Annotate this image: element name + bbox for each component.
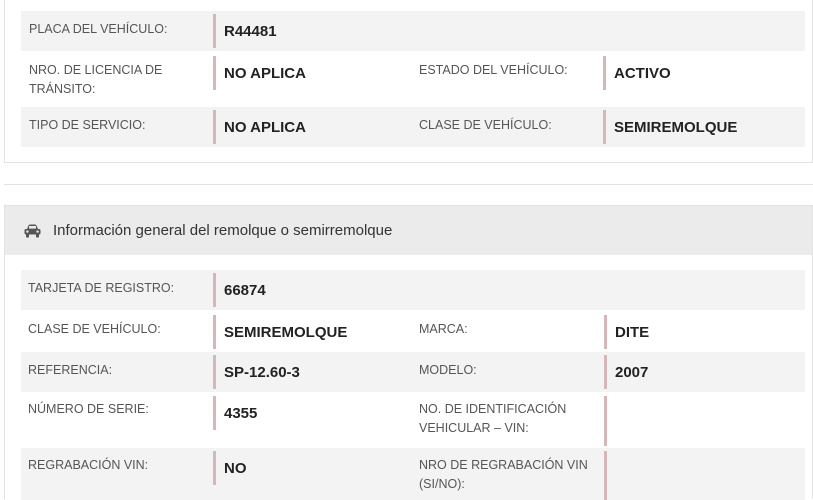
modelo-label: MODELO: xyxy=(419,363,477,377)
servicio-value: NO APLICA xyxy=(224,119,306,136)
licencia-value: NO APLICA xyxy=(224,65,306,82)
servicio-row: TIPO DE SERVICIO: NO APLICA CLASE DE VEH… xyxy=(21,107,805,147)
placa-value-cell: R44481 xyxy=(213,14,413,48)
regrabacion-label: REGRABACIÓN VIN: xyxy=(28,458,149,472)
referencia-value: SP-12.60-3 xyxy=(224,364,300,381)
estado-value: ACTIVO xyxy=(614,65,671,82)
marca-value: DITE xyxy=(615,324,650,341)
vin-label: NO. DE IDENTIFICACIÓN VEHICULAR – VIN: xyxy=(419,402,567,435)
vehicle-info-panel: PLACA DEL VEHÍCULO: R44481 NRO. DE LICEN… xyxy=(4,0,813,163)
placa-label: PLACA DEL VEHÍCULO: xyxy=(29,22,168,36)
referencia-label: REFERENCIA: xyxy=(28,363,113,377)
licencia-row: NRO. DE LICENCIA DE TRÁNSITO: NO APLICA … xyxy=(21,53,805,105)
nro-regrabacion-label: NRO DE REGRABACIÓN VIN (SI/NO): xyxy=(419,458,588,491)
tarjeta-value: 66874 xyxy=(224,282,266,299)
trailer-clase-label: CLASE DE VEHÍCULO: xyxy=(28,322,161,336)
trailer-section-title: Información general del remolque o semir… xyxy=(53,222,393,239)
section-divider xyxy=(4,184,813,185)
servicio-label: TIPO DE SERVICIO: xyxy=(29,118,146,132)
regrabacion-value: NO xyxy=(224,460,247,477)
clase-marca-row: CLASE DE VEHÍCULO: SEMIREMOLQUE MARCA: D… xyxy=(21,312,805,352)
serie-vin-row: NÚMERO DE SERIE: 4355 NO. DE IDENTIFICAC… xyxy=(21,393,805,448)
marca-label: MARCA: xyxy=(419,322,468,336)
trailer-section-header[interactable]: Información general del remolque o semir… xyxy=(5,206,812,255)
servicio-value-cell: NO APLICA xyxy=(213,110,413,144)
placa-row: PLACA DEL VEHÍCULO: R44481 xyxy=(21,11,805,51)
estado-label: ESTADO DEL VEHÍCULO: xyxy=(419,63,568,77)
modelo-value-cell: 2007 xyxy=(604,355,794,389)
trailer-info-panel: Información general del remolque o semir… xyxy=(4,205,813,500)
referencia-row: REFERENCIA: SP-12.60-3 MODELO: 2007 xyxy=(21,352,805,392)
licencia-label: NRO. DE LICENCIA DE TRÁNSITO: xyxy=(29,63,163,96)
clase-label: CLASE DE VEHÍCULO: xyxy=(419,118,552,132)
serie-label: NÚMERO DE SERIE: xyxy=(28,402,149,416)
placa-value: R44481 xyxy=(224,23,277,40)
tarjeta-row: TARJETA DE REGISTRO: 66874 xyxy=(21,270,805,310)
tarjeta-label: TARJETA DE REGISTRO: xyxy=(28,281,175,295)
modelo-value: 2007 xyxy=(615,364,649,381)
vin-value-cell xyxy=(604,396,794,446)
referencia-value-cell: SP-12.60-3 xyxy=(213,355,413,389)
estado-value-cell: ACTIVO xyxy=(603,56,793,90)
clase-value: SEMIREMOLQUE xyxy=(614,119,738,136)
regrabacion-row: REGRABACIÓN VIN: NO NRO DE REGRABACIÓN V… xyxy=(21,448,805,500)
licencia-value-cell: NO APLICA xyxy=(213,56,413,90)
clase-value-cell: SEMIREMOLQUE xyxy=(603,110,793,144)
serie-value: 4355 xyxy=(224,405,258,422)
regrabacion-value-cell: NO xyxy=(213,451,413,485)
nro-regrabacion-value-cell xyxy=(604,451,794,500)
car-icon xyxy=(24,224,41,237)
serie-value-cell: 4355 xyxy=(213,396,413,430)
trailer-clase-value: SEMIREMOLQUE xyxy=(224,324,348,341)
tarjeta-value-cell: 66874 xyxy=(213,273,413,307)
marca-value-cell: DITE xyxy=(604,315,794,349)
trailer-clase-value-cell: SEMIREMOLQUE xyxy=(213,315,413,349)
